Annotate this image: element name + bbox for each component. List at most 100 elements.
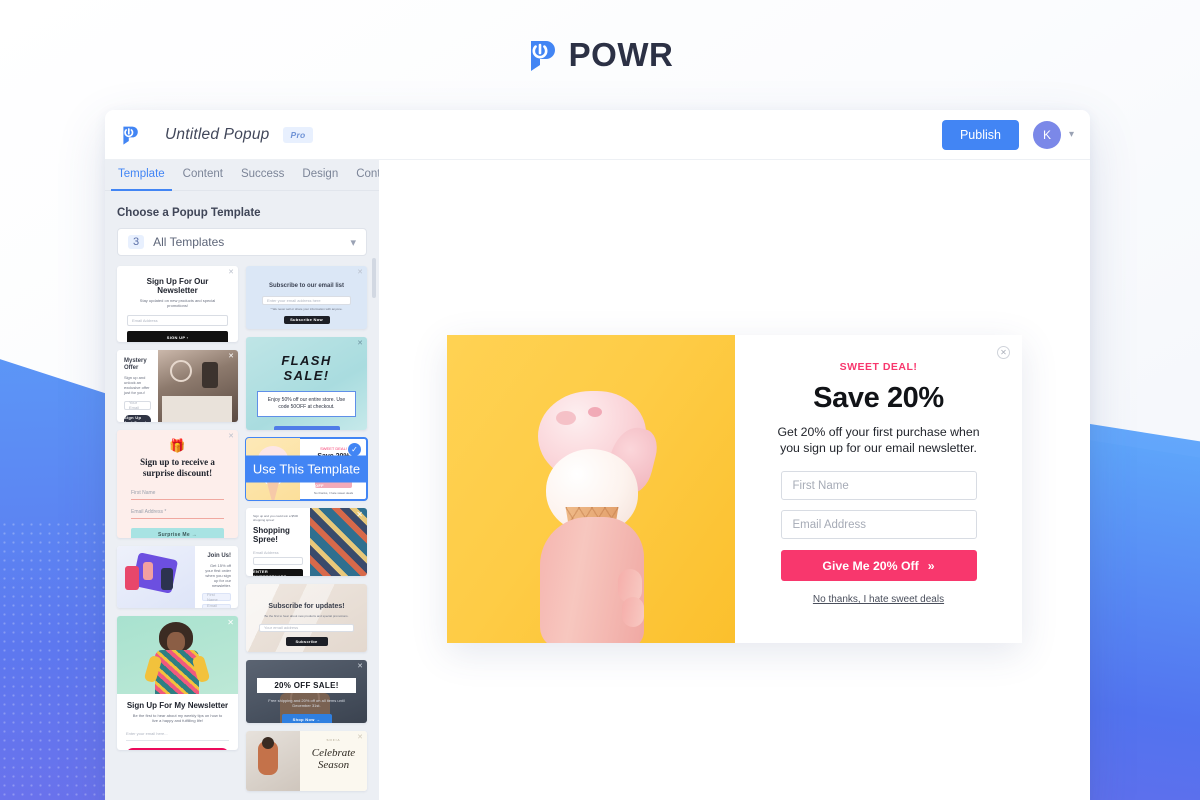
template-heading: Subscribe for updates! (268, 603, 345, 610)
ice-cream-illustration (526, 343, 662, 643)
popup-headline: Save 20% (813, 382, 944, 414)
template-field-one: First Name (202, 592, 231, 602)
template-card[interactable]: Subscribe for updates! Be the first to h… (246, 584, 367, 652)
template-input-label: Email Address (253, 549, 279, 555)
publish-button[interactable]: Publish (941, 119, 1019, 150)
close-circle-icon[interactable]: ✕ (997, 346, 1010, 359)
template-heading: Celebrate (311, 746, 356, 759)
template-card[interactable]: ✕ 🎁 Sign up to receive a surprise discou… (117, 430, 238, 538)
template-button: ENTER SWEEPSTAKES (253, 568, 303, 576)
first-name-input[interactable]: First Name (780, 471, 977, 501)
template-image: ✕ (158, 350, 238, 422)
template-card[interactable]: Join Us! Get 15% off your first order wh… (117, 546, 238, 608)
template-filter-value: All Templates (153, 235, 225, 249)
template-field-two: Email Address * (131, 509, 224, 519)
template-heading: Subscribe to our email list (268, 283, 345, 289)
gift-icon: 🎁 (169, 438, 186, 453)
template-eyebrow: Sign up and you could win a $500 shoppin… (253, 514, 299, 522)
document-title[interactable]: Untitled Popup (165, 126, 269, 144)
template-card[interactable]: ✕ Sign Up For My Newsletter Be the first… (117, 616, 238, 750)
brand-lockup: POWR (0, 36, 1200, 74)
template-footnote: No thanks, I hate sweet deals (313, 490, 354, 495)
submit-button-label: Give Me 20% Off (822, 558, 919, 573)
sidebar-header: Choose a Popup Template 3 All Templates … (105, 191, 379, 256)
decline-link[interactable]: No thanks, I hate sweet deals (813, 594, 944, 605)
template-input: Your Email (124, 400, 151, 410)
chevron-down-icon[interactable]: ▾ (1069, 129, 1074, 140)
template-button: Sign Up And Save! (124, 414, 151, 422)
template-card-selected[interactable]: SWEET DEAL! Save 20% Get 20% off your fi… (245, 437, 368, 501)
template-body: Stay updated on new products and special… (139, 298, 216, 309)
template-card[interactable]: ✕ Sign Up For Our Newsletter Stay update… (117, 266, 238, 342)
template-column-right: ✕ Subscribe to our email list Enter your… (245, 266, 368, 791)
popup-preview: ✕ SWEET DEAL! Save 20% Get 20% off your … (447, 335, 1022, 643)
template-heading: Sign up to receive a surprise discount! (140, 457, 215, 479)
close-icon: ✕ (228, 433, 234, 440)
template-body: Get 15% off your first order when you si… (205, 562, 231, 588)
template-heading: Sign Up For My Newsletter (126, 701, 229, 710)
template-button: Surprise Me → (131, 527, 224, 538)
template-list[interactable]: ✕ Sign Up For Our Newsletter Stay update… (105, 256, 379, 800)
powr-logo-icon (530, 41, 555, 71)
close-icon: ✕ (357, 340, 363, 347)
popup-image (447, 335, 735, 643)
template-card[interactable]: ✕ 20% OFF SALE! Free shipping and 20% of… (246, 660, 367, 723)
template-footnote: * We never sell or share your informatio… (270, 306, 343, 311)
popup-eyebrow: SWEET DEAL! (839, 361, 918, 373)
template-heading: 20% OFF SALE! (257, 678, 356, 693)
sidebar-scrollbar[interactable] (372, 258, 376, 298)
avatar[interactable]: K (1032, 120, 1061, 149)
sidebar: Template Content Success Design Controls… (105, 160, 399, 800)
template-card[interactable]: ✕ Subscribe to our email list Enter your… (246, 266, 367, 329)
powr-logo-icon[interactable] (121, 125, 139, 145)
template-image (246, 731, 300, 791)
template-card[interactable]: ✕ SOFIA Celebrate Season (246, 731, 367, 791)
template-image: ✕ (117, 616, 238, 694)
template-button: Get Shopping → (273, 425, 340, 430)
template-heading: FLASH SALE! (281, 353, 332, 383)
template-card[interactable]: Mystery Offer Sign up and unlock an excl… (117, 350, 238, 422)
template-image: ✕ (310, 508, 367, 576)
email-input[interactable]: Email Address (780, 510, 977, 540)
chevron-right-icon: » (927, 558, 935, 573)
use-this-template-button[interactable]: Use This Template (246, 455, 367, 483)
template-button: Shop Now → (281, 714, 332, 723)
plan-badge: Pro (283, 126, 313, 143)
tab-template[interactable]: Template (109, 160, 174, 191)
preview-canvas: ✕ SWEET DEAL! Save 20% Get 20% off your … (379, 160, 1090, 800)
template-card[interactable]: ✕ FLASH SALE! Enjoy 50% off our entire s… (246, 337, 367, 430)
popup-content: ✕ SWEET DEAL! Save 20% Get 20% off your … (735, 335, 1022, 643)
template-button: SIGN UP › (127, 331, 228, 342)
template-body: Enjoy 50% off our entire store. Use code… (257, 391, 356, 417)
template-heading: Mystery Offer (124, 358, 147, 371)
section-label: Choose a Popup Template (117, 207, 261, 219)
template-input: Your email address (259, 623, 354, 632)
close-icon: ✕ (357, 269, 363, 276)
template-button: Subscribe (285, 636, 328, 646)
template-input: Enter your email address here (262, 295, 351, 305)
template-card[interactable]: Sign up and you could win a $500 shoppin… (246, 508, 367, 576)
app-body: Template Content Success Design Controls… (105, 160, 1090, 800)
template-heading-two: Season (317, 758, 350, 771)
template-button: SIGN UP › (126, 748, 229, 750)
template-input: Email Address (127, 315, 228, 327)
template-body: Be the first to hear about new products … (264, 614, 349, 619)
check-icon: ✓ (348, 443, 361, 456)
tab-design[interactable]: Design (293, 160, 347, 190)
tab-content[interactable]: Content (174, 160, 232, 190)
template-column-left: ✕ Sign Up For Our Newsletter Stay update… (117, 266, 238, 791)
submit-button[interactable]: Give Me 20% Off » (780, 550, 977, 582)
template-field-two: Email Address (202, 603, 231, 608)
brand-name: POWR (568, 36, 674, 73)
tab-success[interactable]: Success (232, 160, 293, 190)
chevron-down-icon: ▾ (350, 236, 356, 249)
app-window: Untitled Popup Pro Publish K ▾ Template … (105, 110, 1090, 800)
template-count-badge: 3 (128, 235, 145, 249)
template-filter-select[interactable]: 3 All Templates ▾ (117, 228, 367, 256)
template-body: Sign up and unlock an exclusive offer ju… (124, 374, 150, 395)
template-heading: Sign Up For Our Newsletter (146, 277, 209, 296)
template-body: Free shipping and 20% off on all items u… (268, 698, 345, 708)
template-button: Subscribe Now (283, 315, 330, 324)
close-icon: ✕ (228, 269, 234, 276)
template-body: Be the first to hear about my weekly tip… (132, 713, 223, 724)
